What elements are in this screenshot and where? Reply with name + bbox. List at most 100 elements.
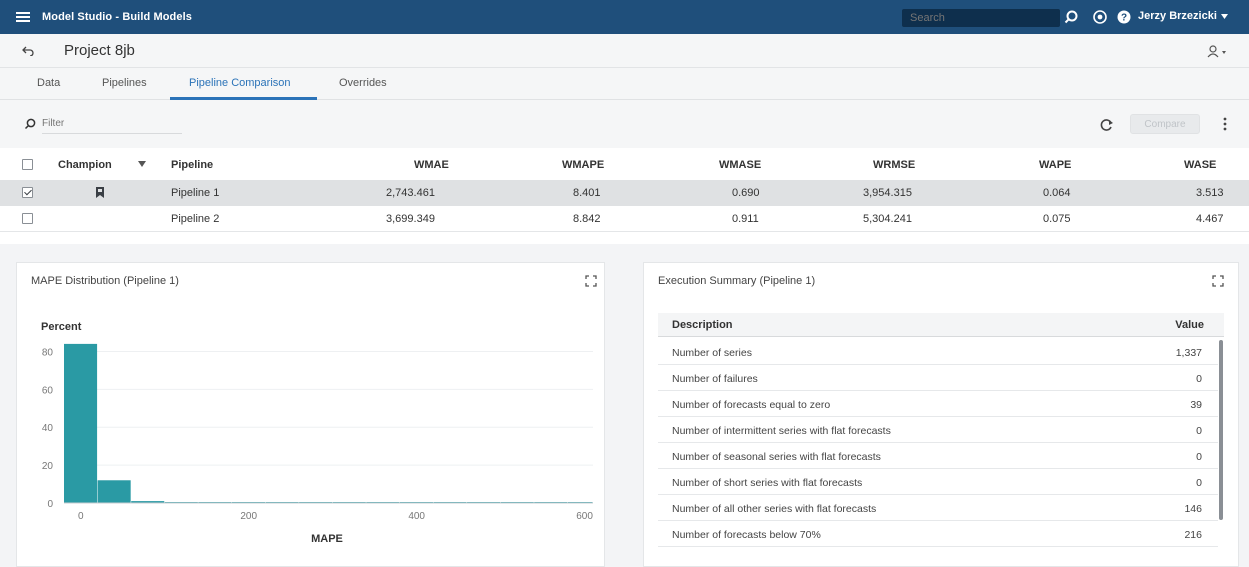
mape-histogram-chart: Percent 0 20 40 60 80 0 200 400 600 MAPE	[41, 321, 593, 545]
summary-row: Number of short series with flat forecas…	[658, 469, 1218, 495]
global-search-input[interactable]	[902, 9, 1060, 27]
champion-icon	[96, 187, 104, 198]
caret-down-icon	[1220, 13, 1228, 19]
filter-search-icon	[24, 118, 36, 130]
summary-value: 0	[1196, 373, 1202, 385]
project-bar: Project 8jb	[0, 34, 1249, 68]
summary-description: Number of forecasts equal to zero	[672, 399, 831, 411]
col-header-champion[interactable]: Champion	[58, 159, 112, 171]
x-tick-label: 600	[576, 511, 593, 522]
execution-summary-panel: Execution Summary (Pipeline 1) Descripti…	[643, 262, 1239, 567]
pipeline-comparison-table: Champion Pipeline WMAE WMAPE WMASE WRMSE…	[0, 148, 1249, 244]
summary-description: Number of series	[672, 347, 752, 359]
table-header-row: Champion Pipeline WMAE WMAPE WMASE WRMSE…	[0, 152, 1249, 178]
app-title: Model Studio - Build Models	[42, 11, 192, 23]
row-checkbox[interactable]	[22, 213, 33, 224]
user-settings-icon[interactable]	[1206, 44, 1228, 58]
sort-caret-icon[interactable]	[138, 161, 146, 167]
hamburger-menu-icon[interactable]	[16, 12, 30, 22]
col-header-value: Value	[1175, 319, 1204, 331]
summary-value: 146	[1184, 503, 1202, 515]
cell-wape: 0.075	[1043, 213, 1071, 225]
summary-row: Number of forecasts below 70% 216	[658, 521, 1218, 547]
tab-pipeline-comparison[interactable]: Pipeline Comparison	[189, 77, 291, 89]
filter-input[interactable]	[42, 114, 182, 134]
cell-wase: 4.467	[1196, 213, 1224, 225]
project-title: Project 8jb	[64, 42, 135, 59]
x-tick-label: 0	[78, 511, 84, 522]
table-row[interactable]: Pipeline 2 3,699.349 8.842 0.911 5,304.2…	[0, 206, 1249, 232]
summary-row: Number of all other series with flat for…	[658, 495, 1218, 521]
summary-value: 216	[1184, 529, 1202, 541]
col-header-description: Description	[672, 319, 733, 331]
summary-value: 0	[1196, 477, 1202, 489]
y-axis-label: Percent	[41, 321, 82, 333]
back-arrow-icon[interactable]	[22, 46, 34, 56]
x-axis-label: MAPE	[311, 533, 343, 545]
summary-value: 0	[1196, 425, 1202, 437]
search-icon[interactable]	[1063, 9, 1079, 25]
summary-table-header: Description Value	[658, 313, 1224, 337]
y-tick-label: 60	[42, 385, 54, 396]
summary-description: Number of failures	[672, 373, 758, 385]
summary-value: 1,337	[1175, 347, 1202, 359]
y-tick-label: 0	[47, 499, 53, 510]
summary-description: Number of all other series with flat for…	[672, 503, 877, 515]
y-tick-label: 20	[42, 461, 54, 472]
tab-data[interactable]: Data	[37, 77, 60, 89]
svg-text:?: ?	[1121, 13, 1127, 24]
col-header-wrmse[interactable]: WRMSE	[873, 159, 915, 171]
cell-wmae: 3,699.349	[386, 213, 435, 225]
filter-toolbar: Compare	[0, 100, 1249, 148]
compare-button[interactable]: Compare	[1130, 114, 1200, 134]
cell-wrmse: 3,954.315	[863, 187, 912, 199]
cell-wmape: 8.842	[573, 213, 601, 225]
scrollbar-thumb[interactable]	[1219, 340, 1223, 520]
summary-row: Number of seasonal series with flat fore…	[658, 443, 1218, 469]
cell-wmase: 0.690	[732, 187, 760, 199]
cell-pipeline: Pipeline 1	[171, 187, 220, 199]
summary-row: Number of forecasts equal to zero 39	[658, 391, 1218, 417]
summary-value: 39	[1190, 399, 1202, 411]
x-tick-label: 200	[240, 511, 257, 522]
y-tick-label: 80	[42, 347, 54, 358]
histogram-bar	[97, 480, 131, 503]
summary-description: Number of intermittent series with flat …	[672, 425, 891, 437]
histogram-bar	[64, 343, 98, 503]
tab-overrides[interactable]: Overrides	[339, 77, 387, 89]
cell-wase: 3.513	[1196, 187, 1224, 199]
help-icon[interactable]: ?	[1117, 10, 1131, 24]
summary-value: 0	[1196, 451, 1202, 463]
cell-wape: 0.064	[1043, 187, 1071, 199]
expand-icon[interactable]	[1212, 275, 1224, 287]
refresh-icon[interactable]	[1100, 118, 1114, 132]
y-tick-label: 40	[42, 423, 54, 434]
more-options-icon[interactable]	[1222, 116, 1228, 132]
tab-pipelines[interactable]: Pipelines	[102, 77, 147, 89]
summary-description: Number of short series with flat forecas…	[672, 477, 863, 489]
cell-wmase: 0.911	[732, 213, 759, 225]
col-header-wase[interactable]: WASE	[1184, 159, 1216, 171]
col-header-wmase[interactable]: WMASE	[719, 159, 761, 171]
select-all-checkbox[interactable]	[22, 159, 33, 170]
col-header-wmae[interactable]: WMAE	[414, 159, 449, 171]
row-checkbox[interactable]	[22, 187, 33, 198]
summary-row: Number of failures 0	[658, 365, 1218, 391]
cell-pipeline: Pipeline 2	[171, 213, 220, 225]
col-header-wmape[interactable]: WMAPE	[562, 159, 604, 171]
col-header-wape[interactable]: WAPE	[1039, 159, 1071, 171]
cell-wmape: 8.401	[573, 187, 601, 199]
x-tick-label: 400	[408, 511, 425, 522]
user-name: Jerzy Brzezicki	[1138, 10, 1217, 22]
top-bar: Model Studio - Build Models ? Jerzy Brze…	[0, 0, 1249, 34]
summary-row: Number of series 1,337	[658, 339, 1218, 365]
user-menu[interactable]: Jerzy Brzezicki	[1138, 10, 1228, 22]
summary-panel-title: Execution Summary (Pipeline 1)	[658, 275, 816, 287]
compass-icon[interactable]	[1093, 10, 1107, 24]
cell-wrmse: 5,304.241	[863, 213, 912, 225]
summary-description: Number of forecasts below 70%	[672, 529, 821, 541]
summary-description: Number of seasonal series with flat fore…	[672, 451, 881, 463]
summary-row: Number of intermittent series with flat …	[658, 417, 1218, 443]
col-header-pipeline[interactable]: Pipeline	[171, 159, 213, 171]
table-row[interactable]: Pipeline 1 2,743.461 8.401 0.690 3,954.3…	[0, 180, 1249, 206]
